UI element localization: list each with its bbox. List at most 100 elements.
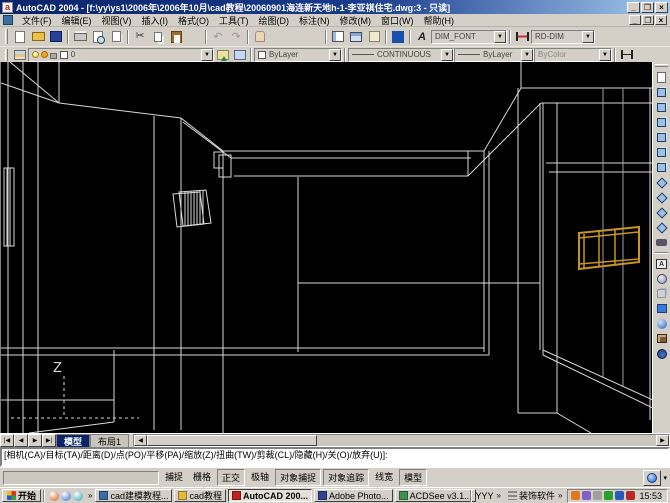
match-properties-button[interactable] [185, 29, 203, 45]
menu-item-i[interactable]: 插入(I) [137, 14, 174, 27]
horizontal-scrollbar[interactable]: ◀ ▶ [133, 434, 670, 447]
view-right-button[interactable] [654, 130, 670, 145]
plot-style-combo[interactable]: ByColor ▼ [534, 47, 612, 62]
named-views-button[interactable] [654, 70, 670, 85]
view-bottom-button[interactable] [654, 100, 670, 115]
markup-button[interactable] [365, 29, 383, 45]
chevron-down-icon[interactable]: ▼ [329, 48, 341, 61]
dim-style-icon[interactable] [513, 29, 531, 45]
scroll-left-icon[interactable]: ◀ [134, 435, 148, 446]
redo-button[interactable]: ↷ [227, 29, 245, 45]
restore-button[interactable]: ❐ [641, 1, 654, 13]
menu-item-t[interactable]: 工具(T) [214, 14, 254, 27]
task-button[interactable]: AutoCAD 200... [228, 489, 313, 502]
chevron-down-icon[interactable]: ▼ [494, 30, 506, 43]
view-ne-isometric-button[interactable] [654, 205, 670, 220]
undo-button[interactable]: ↶ [209, 29, 227, 45]
layers-button[interactable] [11, 48, 28, 62]
chevron-down-icon[interactable]: ▼ [521, 48, 533, 61]
start-button[interactable]: 开始 [2, 489, 42, 502]
tab-nav-1[interactable]: ◀ [14, 434, 28, 447]
toolbar-grip[interactable] [5, 28, 8, 45]
render-button[interactable] [654, 301, 670, 316]
tab-nav-2[interactable]: ▶ [28, 434, 42, 447]
task-button[interactable]: cad教程 [174, 489, 226, 502]
tray-icon-5[interactable] [615, 491, 625, 500]
dim-style-combo[interactable]: RD-DIM ▼ [531, 29, 595, 44]
new-button[interactable] [11, 29, 29, 45]
toggle-对象捕捉[interactable]: 对象捕捉 [275, 469, 322, 486]
menu-item-o[interactable]: 格式(O) [173, 14, 214, 27]
task-button[interactable]: ACDSee v3.1... [394, 489, 476, 502]
help-button[interactable] [389, 29, 407, 45]
background-button[interactable] [654, 346, 670, 361]
publish-button[interactable] [107, 29, 125, 45]
mapping-button[interactable] [654, 331, 670, 346]
materials-button[interactable] [654, 316, 670, 331]
menu-item-h[interactable]: 帮助(H) [419, 14, 460, 27]
toggle-捕捉[interactable]: 捕捉 [161, 469, 187, 486]
toggle-栅格[interactable]: 栅格 [189, 469, 215, 486]
cut-button[interactable]: ✂ [131, 29, 149, 45]
tab-nav-0[interactable]: |◀ [0, 434, 14, 447]
linetype-combo[interactable]: CONTINUOUS ▼ [348, 47, 454, 62]
quicklaunch-acdsee-icon[interactable] [49, 490, 60, 501]
quicklaunch-media-icon[interactable] [73, 490, 84, 501]
chevron-down-icon[interactable]: ▼ [582, 30, 594, 43]
chevron-icon[interactable]: » [496, 491, 502, 500]
status-tray-arrow-icon[interactable]: ▾ [663, 474, 667, 482]
save-button[interactable] [47, 29, 65, 45]
make-object-layer-current-button[interactable] [214, 48, 231, 62]
print-button[interactable] [71, 29, 89, 45]
tray-icon-4[interactable] [604, 491, 614, 500]
menu-item-f[interactable]: 文件(F) [17, 14, 57, 27]
toggle-极轴[interactable]: 极轴 [247, 469, 273, 486]
toggle-模型[interactable]: 模型 [399, 469, 428, 486]
chevron-down-icon[interactable]: ▼ [441, 48, 453, 61]
doc-restore-button[interactable]: ❐ [642, 15, 654, 25]
view-se-isometric-button[interactable] [654, 190, 670, 205]
menu-item-v[interactable]: 视图(V) [97, 14, 137, 27]
view-back-button[interactable] [654, 160, 670, 175]
preview-button[interactable] [89, 29, 107, 45]
color-combo[interactable]: ByLayer ▼ [254, 47, 342, 62]
view-front-button[interactable] [654, 145, 670, 160]
drawing-canvas[interactable]: Z [0, 62, 653, 433]
tab-模型[interactable]: 模型 [56, 434, 91, 447]
communication-center-button[interactable] [643, 469, 662, 486]
quicklaunch-browser-icon[interactable] [61, 490, 72, 501]
lineweight-combo[interactable]: ByLayer ▼ [454, 47, 534, 62]
zoom-previous-button[interactable] [305, 29, 323, 45]
render-preferences-button[interactable]: A [654, 256, 670, 271]
toggle-对象追踪[interactable]: 对象追踪 [323, 469, 370, 486]
menu-item-n[interactable]: 标注(N) [294, 14, 335, 27]
toolbar-grip[interactable] [654, 64, 669, 67]
layer-previous-button[interactable] [231, 48, 248, 62]
task-button[interactable]: Adobe Photo... [314, 489, 393, 502]
toggle-线宽[interactable]: 线宽 [371, 469, 397, 486]
zoom-window-button[interactable] [287, 29, 305, 45]
quick-launch-chevron[interactable]: » [87, 491, 93, 500]
command-window[interactable]: [相机(CA)/目标(TA)/距离(D)/点(PO)/平移(PA)/缩放(Z)/… [0, 447, 670, 467]
toggle-正交[interactable]: 正交 [217, 469, 246, 486]
camera-button[interactable] [654, 235, 670, 250]
scrollbar-thumb[interactable] [147, 435, 318, 446]
text-style-icon[interactable]: A [413, 29, 431, 45]
pan-button[interactable] [251, 29, 269, 45]
view-left-button[interactable] [654, 115, 670, 130]
menu-item-w[interactable]: 窗口(W) [376, 14, 419, 27]
zoom-realtime-button[interactable] [269, 29, 287, 45]
taskbar-toolbar-YYY[interactable]: YYY» [474, 489, 504, 502]
tray-icon-6[interactable] [626, 491, 636, 500]
tray-icon-3[interactable] [593, 491, 603, 500]
hide-button[interactable] [654, 286, 670, 301]
tray-icon-2[interactable] [582, 491, 592, 500]
chevron-icon[interactable]: » [557, 491, 563, 500]
doc-minimize-button[interactable]: _ [629, 15, 641, 25]
dimension-toolbar-fragment[interactable] [618, 48, 635, 62]
copy-button[interactable] [149, 29, 167, 45]
taskbar-toolbar-装饰软件[interactable]: 装饰软件» [506, 489, 565, 502]
menu-item-d[interactable]: 绘图(D) [254, 14, 295, 27]
scroll-right-icon[interactable]: ▶ [656, 435, 669, 446]
view-top-button[interactable] [654, 85, 670, 100]
